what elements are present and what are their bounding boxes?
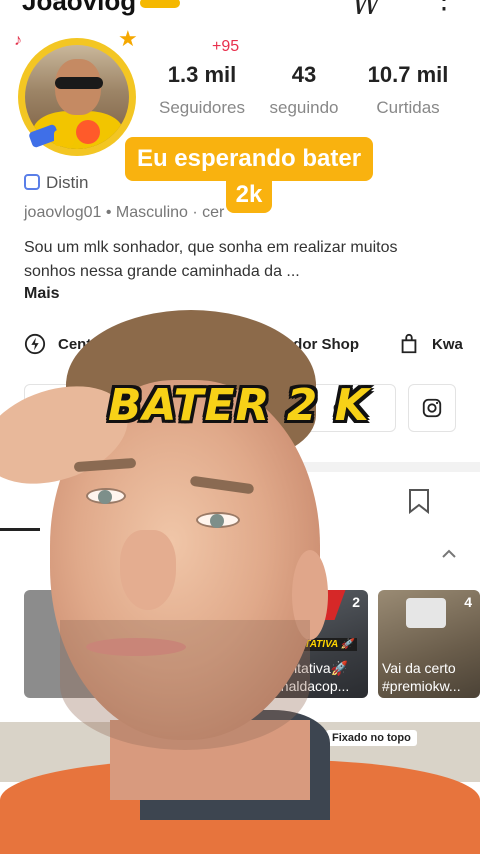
distinction-label[interactable]: Distin [24, 173, 89, 193]
bio-text: Sou um mlk sonhador, que sonha em realiz… [24, 239, 398, 280]
caption-overlay: Eu esperando bater 2k [90, 137, 408, 213]
caption-line-1: Eu esperando bater [124, 137, 374, 181]
profile-name-header: Joaovlog [22, 0, 181, 17]
scribble-icon[interactable]: W [352, 0, 381, 21]
caption-line-2: 2k [225, 177, 273, 213]
badge-icon [54, 130, 74, 146]
stat-curtidas[interactable]: 10.7 mil Curtidas [352, 62, 464, 118]
more-options-icon[interactable]: ⋮ [430, 0, 458, 15]
music-note-icon: ♪ [14, 32, 22, 49]
stat-seguidores[interactable]: 1.3 mil Seguidores [150, 62, 254, 118]
distinction-icon [24, 174, 40, 190]
star-icon: ★ [118, 26, 138, 51]
big-overlay-text: BATER 2 K [108, 380, 370, 431]
new-followers-badge: +95 [212, 38, 240, 55]
stat-seguindo[interactable]: 43 seguindo [256, 62, 352, 118]
